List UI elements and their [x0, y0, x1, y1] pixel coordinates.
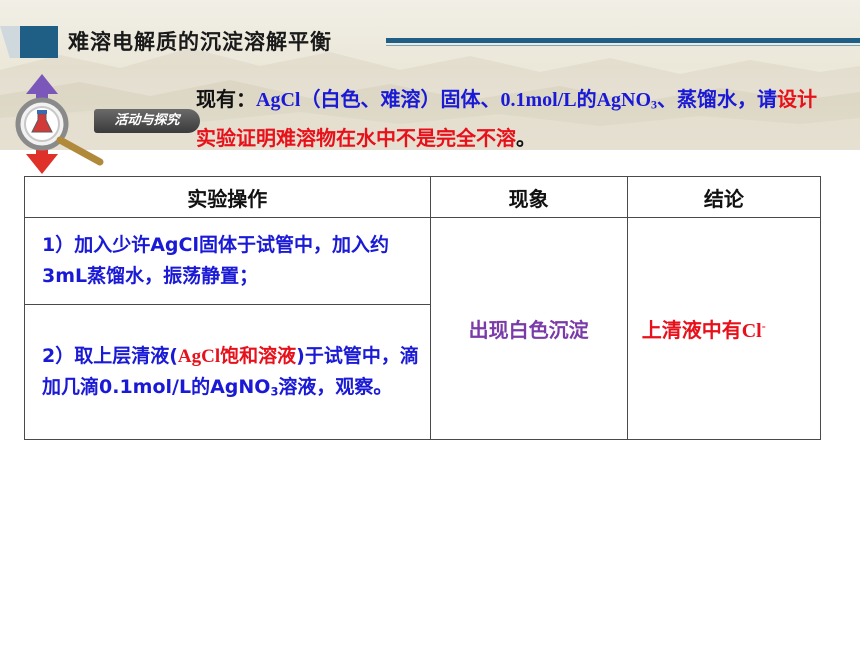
header-phenomenon: 现象 [429, 176, 628, 218]
activity-label: 活动与探究 [94, 109, 200, 133]
experiment-table: 实验操作 现象 结论 1）加入少许AgCl固体于试管中，加入约3mL蒸馏水，振荡… [24, 176, 822, 440]
intro-lead: 现有： [196, 87, 256, 111]
conclusion-text: 上清液中有 [641, 318, 742, 342]
phenomenon-cell: 出现白色沉淀 [429, 217, 628, 440]
step-two-highlight: AgCl饱和溶液 [177, 346, 297, 367]
intro-separator: 、蒸馏水，请 [657, 87, 778, 111]
title-rule-thin [386, 45, 860, 46]
step-two: 2）取上层清液(AgCl饱和溶液)于试管中，滴加几滴0.1mol/L的AgNO3… [24, 304, 431, 440]
step-one: 1）加入少许AgCl固体于试管中，加入约3mL蒸馏水，振荡静置； [24, 217, 431, 305]
page-title: 难溶电解质的沉淀溶解平衡 [68, 30, 332, 54]
intro-end: 。 [516, 126, 536, 150]
intro-agcl-note: （白色、难溶）固体、 [300, 87, 501, 111]
table-row: 1）加入少许AgCl固体于试管中，加入约3mL蒸馏水，振荡静置； 出现白色沉淀 … [24, 217, 822, 440]
conclusion-ion: Cl [741, 320, 762, 342]
activity-badge: 活动与探究 [12, 70, 200, 180]
header-operation: 实验操作 [24, 176, 431, 218]
step-two-end: 溶液，观察。 [278, 376, 393, 398]
title-rule [386, 38, 860, 43]
intro-agcl: AgCl [256, 89, 301, 111]
step-two-pre: 2）取上层清液( [42, 345, 178, 367]
conclusion-cell: 上清液中有Cl- [626, 217, 822, 440]
intro-paragraph: 现有：AgCl（白色、难溶）固体、0.1mol/L的AgNO3、蒸馏水，请设计实… [196, 80, 836, 157]
header-conclusion: 结论 [626, 176, 822, 218]
conclusion-ion-charge: - [761, 318, 766, 333]
title-accent-block [20, 26, 58, 58]
table-header-row: 实验操作 现象 结论 [24, 176, 822, 218]
intro-agno3: 0.1mol/L的AgNO [500, 89, 652, 111]
